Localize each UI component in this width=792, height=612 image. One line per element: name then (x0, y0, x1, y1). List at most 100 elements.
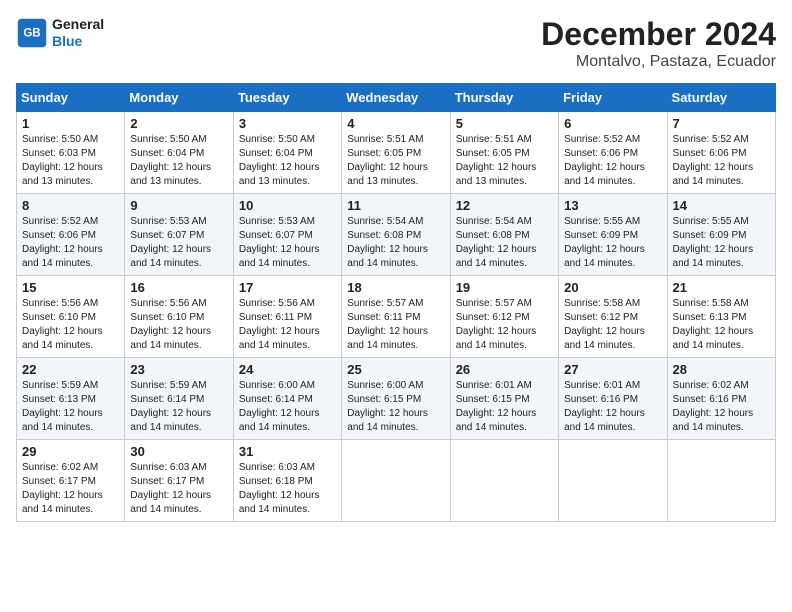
calendar-cell: 10 Sunrise: 5:53 AM Sunset: 6:07 PM Dayli… (233, 194, 341, 276)
page-header: GB General Blue December 2024 Montalvo, … (16, 16, 776, 71)
day-info: Sunrise: 6:02 AM Sunset: 6:16 PM Dayligh… (673, 379, 770, 435)
day-number: 7 (673, 116, 770, 131)
title-block: December 2024 Montalvo, Pastaza, Ecuador (541, 16, 776, 71)
day-number: 4 (347, 116, 444, 131)
day-number: 19 (456, 280, 553, 295)
day-number: 14 (673, 198, 770, 213)
day-info: Sunrise: 5:51 AM Sunset: 6:05 PM Dayligh… (456, 133, 553, 189)
day-info: Sunrise: 5:56 AM Sunset: 6:10 PM Dayligh… (130, 297, 227, 353)
calendar-cell: 25 Sunrise: 6:00 AM Sunset: 6:15 PM Dayli… (342, 358, 450, 440)
day-info: Sunrise: 5:52 AM Sunset: 6:06 PM Dayligh… (22, 215, 119, 271)
day-number: 1 (22, 116, 119, 131)
day-info: Sunrise: 6:01 AM Sunset: 6:16 PM Dayligh… (564, 379, 661, 435)
calendar-cell: 29 Sunrise: 6:02 AM Sunset: 6:17 PM Dayli… (17, 440, 125, 522)
day-info: Sunrise: 5:54 AM Sunset: 6:08 PM Dayligh… (347, 215, 444, 271)
day-number: 26 (456, 362, 553, 377)
calendar-week-row: 22Sunrise: 5:59 AM Sunset: 6:13 PM Dayli… (17, 358, 776, 440)
day-info: Sunrise: 6:00 AM Sunset: 6:14 PM Dayligh… (239, 379, 336, 435)
calendar-cell: 19 Sunrise: 5:57 AM Sunset: 6:12 PM Dayli… (450, 276, 558, 358)
day-number: 6 (564, 116, 661, 131)
calendar-cell: 24Sunrise: 6:00 AM Sunset: 6:14 PM Dayli… (233, 358, 341, 440)
day-info: Sunrise: 5:50 AM Sunset: 6:04 PM Dayligh… (239, 133, 336, 189)
day-info: Sunrise: 5:57 AM Sunset: 6:12 PM Dayligh… (456, 297, 553, 353)
day-number: 18 (347, 280, 444, 295)
day-info: Sunrise: 5:52 AM Sunset: 6:06 PM Dayligh… (564, 133, 661, 189)
day-number: 12 (456, 198, 553, 213)
day-info: Sunrise: 5:57 AM Sunset: 6:11 PM Dayligh… (347, 297, 444, 353)
calendar-cell (667, 440, 775, 522)
day-info: Sunrise: 5:59 AM Sunset: 6:14 PM Dayligh… (130, 379, 227, 435)
day-info: Sunrise: 5:55 AM Sunset: 6:09 PM Dayligh… (673, 215, 770, 271)
calendar-cell: 12 Sunrise: 5:54 AM Sunset: 6:08 PM Dayli… (450, 194, 558, 276)
calendar-table: SundayMondayTuesdayWednesdayThursdayFrid… (16, 83, 776, 522)
day-info: Sunrise: 5:55 AM Sunset: 6:09 PM Dayligh… (564, 215, 661, 271)
svg-text:GB: GB (23, 27, 40, 39)
day-number: 21 (673, 280, 770, 295)
calendar-week-row: 15Sunrise: 5:56 AM Sunset: 6:10 PM Dayli… (17, 276, 776, 358)
logo-icon: GB (16, 17, 48, 49)
calendar-cell: 14 Sunrise: 5:55 AM Sunset: 6:09 PM Dayli… (667, 194, 775, 276)
calendar-week-row: 29 Sunrise: 6:02 AM Sunset: 6:17 PM Dayli… (17, 440, 776, 522)
calendar-cell: 15Sunrise: 5:56 AM Sunset: 6:10 PM Dayli… (17, 276, 125, 358)
day-info: Sunrise: 5:59 AM Sunset: 6:13 PM Dayligh… (22, 379, 119, 435)
calendar-cell: 16 Sunrise: 5:56 AM Sunset: 6:10 PM Dayli… (125, 276, 233, 358)
header-cell-saturday: Saturday (667, 84, 775, 112)
calendar-cell: 17Sunrise: 5:56 AM Sunset: 6:11 PM Dayli… (233, 276, 341, 358)
day-info: Sunrise: 5:50 AM Sunset: 6:03 PM Dayligh… (22, 133, 119, 189)
day-info: Sunrise: 6:03 AM Sunset: 6:17 PM Dayligh… (130, 461, 227, 517)
calendar-cell: 20Sunrise: 5:58 AM Sunset: 6:12 PM Dayli… (559, 276, 667, 358)
calendar-cell: 27 Sunrise: 6:01 AM Sunset: 6:16 PM Dayli… (559, 358, 667, 440)
day-info: Sunrise: 6:03 AM Sunset: 6:18 PM Dayligh… (239, 461, 336, 517)
day-info: Sunrise: 5:51 AM Sunset: 6:05 PM Dayligh… (347, 133, 444, 189)
day-number: 11 (347, 198, 444, 213)
calendar-cell: 21Sunrise: 5:58 AM Sunset: 6:13 PM Dayli… (667, 276, 775, 358)
calendar-cell: 13 Sunrise: 5:55 AM Sunset: 6:09 PM Dayli… (559, 194, 667, 276)
day-number: 27 (564, 362, 661, 377)
day-number: 10 (239, 198, 336, 213)
day-number: 25 (347, 362, 444, 377)
calendar-title: December 2024 (541, 16, 776, 53)
calendar-cell: 2 Sunrise: 5:50 AM Sunset: 6:04 PM Daylig… (125, 112, 233, 194)
header-cell-sunday: Sunday (17, 84, 125, 112)
day-number: 13 (564, 198, 661, 213)
header-cell-tuesday: Tuesday (233, 84, 341, 112)
calendar-cell: 5Sunrise: 5:51 AM Sunset: 6:05 PM Daylig… (450, 112, 558, 194)
calendar-cell: 23Sunrise: 5:59 AM Sunset: 6:14 PM Dayli… (125, 358, 233, 440)
day-info: Sunrise: 5:54 AM Sunset: 6:08 PM Dayligh… (456, 215, 553, 271)
day-info: Sunrise: 6:00 AM Sunset: 6:15 PM Dayligh… (347, 379, 444, 435)
calendar-header-row: SundayMondayTuesdayWednesdayThursdayFrid… (17, 84, 776, 112)
header-cell-wednesday: Wednesday (342, 84, 450, 112)
day-info: Sunrise: 6:01 AM Sunset: 6:15 PM Dayligh… (456, 379, 553, 435)
logo: GB General Blue (16, 16, 104, 50)
day-info: Sunrise: 5:50 AM Sunset: 6:04 PM Dayligh… (130, 133, 227, 189)
calendar-cell (450, 440, 558, 522)
calendar-week-row: 1 Sunrise: 5:50 AM Sunset: 6:03 PM Daylig… (17, 112, 776, 194)
calendar-cell (559, 440, 667, 522)
day-number: 28 (673, 362, 770, 377)
day-number: 16 (130, 280, 227, 295)
header-cell-monday: Monday (125, 84, 233, 112)
day-number: 20 (564, 280, 661, 295)
calendar-cell: 3 Sunrise: 5:50 AM Sunset: 6:04 PM Daylig… (233, 112, 341, 194)
calendar-cell: 22Sunrise: 5:59 AM Sunset: 6:13 PM Dayli… (17, 358, 125, 440)
day-number: 9 (130, 198, 227, 213)
calendar-cell: 4 Sunrise: 5:51 AM Sunset: 6:05 PM Daylig… (342, 112, 450, 194)
day-info: Sunrise: 6:02 AM Sunset: 6:17 PM Dayligh… (22, 461, 119, 517)
calendar-cell: 31Sunrise: 6:03 AM Sunset: 6:18 PM Dayli… (233, 440, 341, 522)
calendar-cell: 1 Sunrise: 5:50 AM Sunset: 6:03 PM Daylig… (17, 112, 125, 194)
logo-text-general: General (52, 16, 104, 33)
calendar-cell: 30 Sunrise: 6:03 AM Sunset: 6:17 PM Dayli… (125, 440, 233, 522)
calendar-week-row: 8Sunrise: 5:52 AM Sunset: 6:06 PM Daylig… (17, 194, 776, 276)
day-number: 30 (130, 444, 227, 459)
day-info: Sunrise: 5:53 AM Sunset: 6:07 PM Dayligh… (239, 215, 336, 271)
calendar-cell: 8Sunrise: 5:52 AM Sunset: 6:06 PM Daylig… (17, 194, 125, 276)
day-info: Sunrise: 5:53 AM Sunset: 6:07 PM Dayligh… (130, 215, 227, 271)
header-cell-thursday: Thursday (450, 84, 558, 112)
day-info: Sunrise: 5:56 AM Sunset: 6:11 PM Dayligh… (239, 297, 336, 353)
day-number: 2 (130, 116, 227, 131)
day-number: 29 (22, 444, 119, 459)
day-number: 3 (239, 116, 336, 131)
day-info: Sunrise: 5:56 AM Sunset: 6:10 PM Dayligh… (22, 297, 119, 353)
calendar-cell: 18 Sunrise: 5:57 AM Sunset: 6:11 PM Dayli… (342, 276, 450, 358)
calendar-cell: 11 Sunrise: 5:54 AM Sunset: 6:08 PM Dayli… (342, 194, 450, 276)
